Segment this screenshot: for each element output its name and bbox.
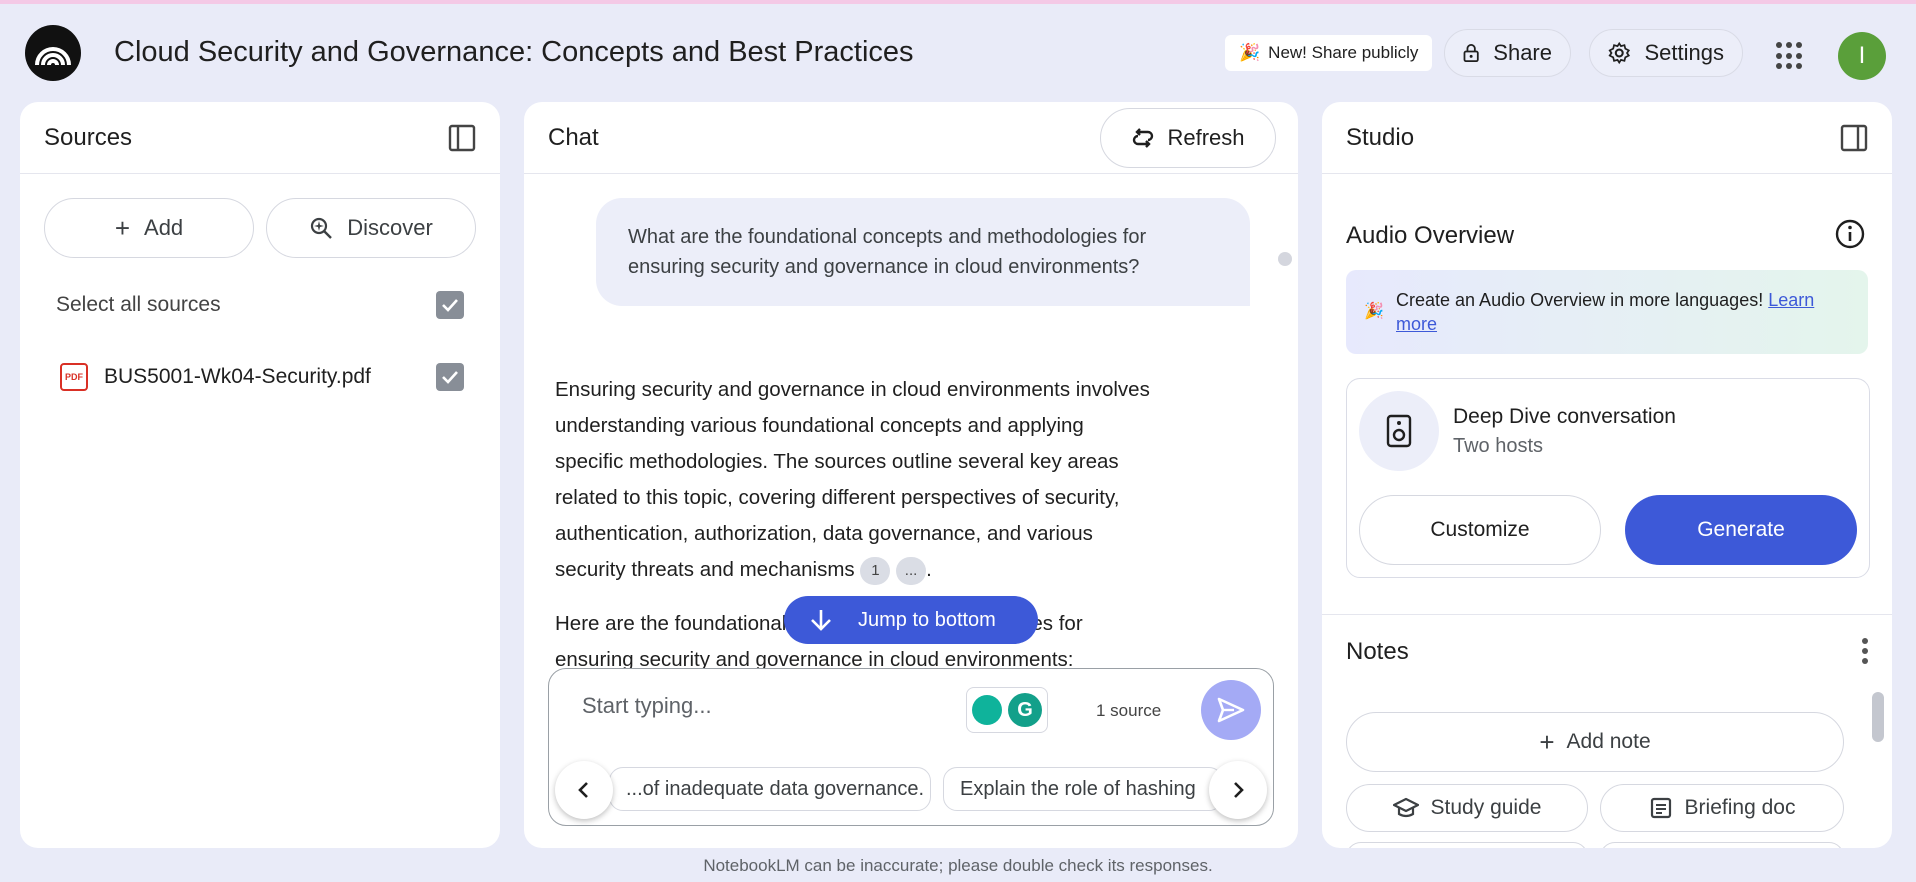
share-label: Share <box>1493 40 1552 65</box>
avatar[interactable]: I <box>1838 32 1886 80</box>
more-note-chip[interactable] <box>1600 842 1844 848</box>
notebook-title[interactable]: Cloud Security and Governance: Concepts … <box>114 36 914 69</box>
sources-actions: + Add Discover <box>20 174 500 258</box>
settings-button[interactable]: Settings <box>1589 29 1743 77</box>
chat-panel: Chat Refresh What are the foundational c… <box>524 102 1298 848</box>
deep-dive-card: Deep Dive conversation Two hosts Customi… <box>1346 378 1870 578</box>
send-icon <box>1217 697 1245 723</box>
chat-header: Chat Refresh <box>524 102 1298 174</box>
more-options-icon[interactable] <box>1862 638 1868 664</box>
logo-icon <box>35 47 71 66</box>
audio-overview-title: Audio Overview <box>1346 222 1515 249</box>
chevron-right-icon <box>1234 782 1244 798</box>
document-icon <box>1650 797 1671 819</box>
suggestion-chip[interactable]: ...of inadequate data governance. <box>609 767 931 811</box>
studio-header: Studio <box>1322 102 1892 174</box>
citation-chip[interactable]: 1 <box>860 556 891 585</box>
plus-icon: + <box>1539 726 1555 757</box>
plus-icon: + <box>114 212 131 243</box>
jump-to-bottom-button[interactable]: Jump to bottom <box>784 596 1038 644</box>
graduation-cap-icon <box>1392 797 1419 818</box>
study-guide-label: Study guide <box>1430 796 1542 819</box>
source-item[interactable]: PDF BUS5001-Wk04-Security.pdf <box>20 360 500 394</box>
jump-label: Jump to bottom <box>858 608 996 631</box>
chevron-left-icon <box>578 782 588 798</box>
generate-button[interactable]: Generate <box>1625 495 1857 565</box>
suggestion-chip[interactable]: Explain the role of hashing <box>943 767 1223 811</box>
suggestions-next-button[interactable] <box>1209 761 1267 819</box>
check-icon <box>442 299 458 312</box>
answer-text: Ensuring security and governance in clou… <box>555 378 1150 581</box>
add-note-button[interactable]: + Add note <box>1346 712 1844 772</box>
arrow-down-icon <box>811 610 831 631</box>
send-button[interactable] <box>1201 680 1261 740</box>
notebooklm-logo[interactable] <box>25 25 81 81</box>
collapse-panel-icon[interactable] <box>1840 124 1868 152</box>
source-checkbox[interactable] <box>436 363 464 391</box>
party-icon: 🎉 <box>1364 303 1384 320</box>
deep-dive-title: Deep Dive conversation <box>1453 405 1676 428</box>
add-note-label: Add note <box>1566 730 1651 753</box>
collapse-panel-icon[interactable] <box>448 124 476 152</box>
share-publicly-button[interactable]: 🎉 New! Share publicly <box>1225 35 1433 71</box>
audio-languages-banner: 🎉 Create an Audio Overview in more langu… <box>1346 270 1868 354</box>
info-icon[interactable] <box>1834 218 1866 250</box>
studio-panel: Studio Audio Overview 🎉 Create an Audio … <box>1322 102 1892 848</box>
more-note-chip[interactable] <box>1346 842 1588 848</box>
discover-label: Discover <box>347 215 433 240</box>
party-icon: 🎉 <box>1239 43 1261 62</box>
refresh-label: Refresh <box>1167 124 1245 150</box>
gear-icon <box>1608 41 1631 65</box>
select-all-label: Select all sources <box>56 293 221 316</box>
share-button[interactable]: Share <box>1444 29 1571 77</box>
sources-panel: Sources + Add Discover Select all source… <box>20 102 500 848</box>
add-source-button[interactable]: + Add <box>44 198 254 258</box>
select-all-checkbox[interactable] <box>436 291 464 319</box>
customize-button[interactable]: Customize <box>1359 495 1601 565</box>
grammarly-widget[interactable]: G <box>966 687 1048 733</box>
pdf-icon: PDF <box>60 363 88 391</box>
suggestions-prev-button[interactable] <box>555 761 613 819</box>
lock-icon <box>1463 43 1479 63</box>
discover-search-icon <box>311 217 333 239</box>
source-file-name: BUS5001-Wk04-Security.pdf <box>104 365 371 388</box>
studio-title: Studio <box>1346 123 1415 151</box>
banner-text: Create an Audio Overview in more languag… <box>1396 290 1764 310</box>
settings-label: Settings <box>1644 40 1725 65</box>
briefing-doc-button[interactable]: Briefing doc <box>1600 784 1844 832</box>
chat-input[interactable]: Start typing... <box>582 693 712 719</box>
study-guide-button[interactable]: Study guide <box>1346 784 1588 832</box>
chat-title: Chat <box>548 123 599 151</box>
refresh-button[interactable]: Refresh <box>1100 107 1276 168</box>
disclaimer-footer: NotebookLM can be inaccurate; please dou… <box>703 856 1213 875</box>
user-question-bubble: What are the foundational concepts and m… <box>596 198 1250 306</box>
apps-grid-icon[interactable] <box>1776 42 1804 70</box>
notes-title: Notes <box>1346 638 1409 665</box>
studio-scrollbar[interactable] <box>1872 692 1884 742</box>
sources-header: Sources <box>20 102 500 174</box>
chat-input-box: Start typing... G 1 source ...of inadequ… <box>548 668 1274 826</box>
grammarly-bulb-icon <box>972 695 1002 725</box>
discover-button[interactable]: Discover <box>266 198 476 258</box>
deep-dive-subtitle: Two hosts <box>1453 435 1544 457</box>
app-header: Cloud Security and Governance: Concepts … <box>0 4 1916 100</box>
share-publicly-label: New! Share publicly <box>1268 43 1419 62</box>
select-all-row[interactable]: Select all sources <box>20 288 500 322</box>
answer-paragraph: Ensuring security and governance in clou… <box>555 372 1155 588</box>
divider <box>1322 614 1892 615</box>
speaker-icon <box>1359 391 1439 471</box>
scroll-indicator <box>1278 252 1292 266</box>
source-count: 1 source <box>1096 701 1162 720</box>
grammarly-icon: G <box>1008 693 1042 727</box>
refresh-icon <box>1133 127 1154 148</box>
add-label: Add <box>144 215 184 240</box>
sources-title: Sources <box>44 123 133 151</box>
check-icon <box>442 371 458 384</box>
citation-more-chip[interactable]: ... <box>896 556 927 585</box>
briefing-doc-label: Briefing doc <box>1684 796 1796 819</box>
